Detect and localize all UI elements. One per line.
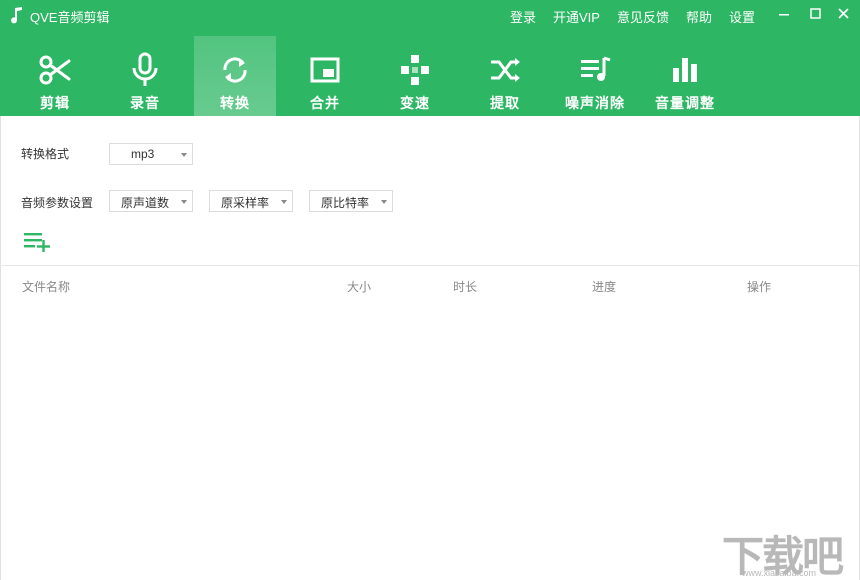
close-icon[interactable] — [834, 4, 854, 24]
chevron-down-icon — [181, 153, 187, 157]
minimize-icon[interactable] — [774, 4, 794, 24]
help-link[interactable]: 帮助 — [686, 7, 712, 26]
feedback-link[interactable]: 意见反馈 — [617, 7, 669, 26]
bitrate-select[interactable]: 原比特率 — [309, 190, 393, 212]
music-note-icon — [11, 7, 22, 24]
tool-label: 转换 — [220, 95, 250, 111]
noise-removal-icon — [581, 56, 611, 81]
tool-label: 提取 — [490, 95, 520, 111]
chevron-down-icon — [281, 200, 287, 204]
left-border — [0, 116, 1, 580]
format-select[interactable]: mp3 — [109, 143, 193, 165]
maximize-icon[interactable] — [806, 4, 826, 24]
watermark-url: www.xiazaiba.com — [742, 568, 817, 578]
samplerate-select[interactable]: 原采样率 — [209, 190, 293, 212]
vip-link[interactable]: 开通VIP — [553, 7, 600, 26]
tool-noise-removal[interactable]: 噪声消除 — [554, 36, 636, 116]
tool-merge[interactable]: 合并 — [284, 36, 366, 116]
channels-select[interactable]: 原声道数 — [109, 190, 193, 212]
tool-label: 合并 — [310, 95, 340, 111]
channels-select-value: 原声道数 — [121, 196, 170, 210]
speed-icon — [401, 55, 429, 85]
column-actions[interactable]: 操作 — [747, 278, 771, 295]
tool-volume-adjust[interactable]: 音量调整 — [644, 36, 726, 116]
column-progress[interactable]: 进度 — [592, 278, 616, 295]
column-size[interactable]: 大小 — [347, 278, 371, 295]
tool-cut[interactable]: 剪辑 — [14, 36, 96, 116]
column-file-name[interactable]: 文件名称 — [22, 278, 70, 295]
column-duration[interactable]: 时长 — [453, 278, 477, 295]
bitrate-select-value: 原比特率 — [321, 196, 370, 210]
merge-icon — [310, 57, 340, 83]
chevron-down-icon — [181, 200, 187, 204]
volume-adjust-icon — [673, 58, 697, 82]
chevron-down-icon — [381, 200, 387, 204]
scissors-icon — [39, 55, 71, 85]
tool-label: 录音 — [130, 95, 160, 111]
table-divider — [0, 265, 860, 266]
app-title: QVE音频剪辑 — [30, 10, 110, 25]
settings-link[interactable]: 设置 — [729, 7, 755, 26]
format-label: 转换格式 — [21, 147, 70, 161]
main-toolbar: 剪辑 录音 转换 合并 变速 提取 噪声消除 音量调整 — [0, 36, 860, 116]
title-bar: QVE音频剪辑 登录 开通VIP 意见反馈 帮助 设置 — [0, 0, 860, 30]
login-link[interactable]: 登录 — [510, 7, 536, 26]
tool-speed[interactable]: 变速 — [374, 36, 456, 116]
top-links: 登录 开通VIP 意见反馈 帮助 设置 — [510, 7, 772, 26]
params-label: 音频参数设置 — [21, 196, 94, 210]
tool-label: 变速 — [400, 95, 430, 111]
tool-extract[interactable]: 提取 — [464, 36, 546, 116]
extract-icon — [491, 58, 520, 82]
add-file-icon[interactable] — [22, 230, 52, 252]
samplerate-select-value: 原采样率 — [221, 196, 270, 210]
convert-icon — [223, 57, 247, 83]
tool-label: 噪声消除 — [565, 95, 625, 111]
tool-label: 剪辑 — [40, 95, 70, 111]
tool-label: 音量调整 — [655, 95, 715, 111]
format-select-value: mp3 — [131, 147, 155, 161]
microphone-icon — [132, 52, 158, 86]
header-bar: QVE音频剪辑 登录 开通VIP 意见反馈 帮助 设置 剪辑 录音 转换 合并 … — [0, 0, 860, 116]
tool-record[interactable]: 录音 — [104, 36, 186, 116]
tool-convert[interactable]: 转换 — [194, 36, 276, 116]
